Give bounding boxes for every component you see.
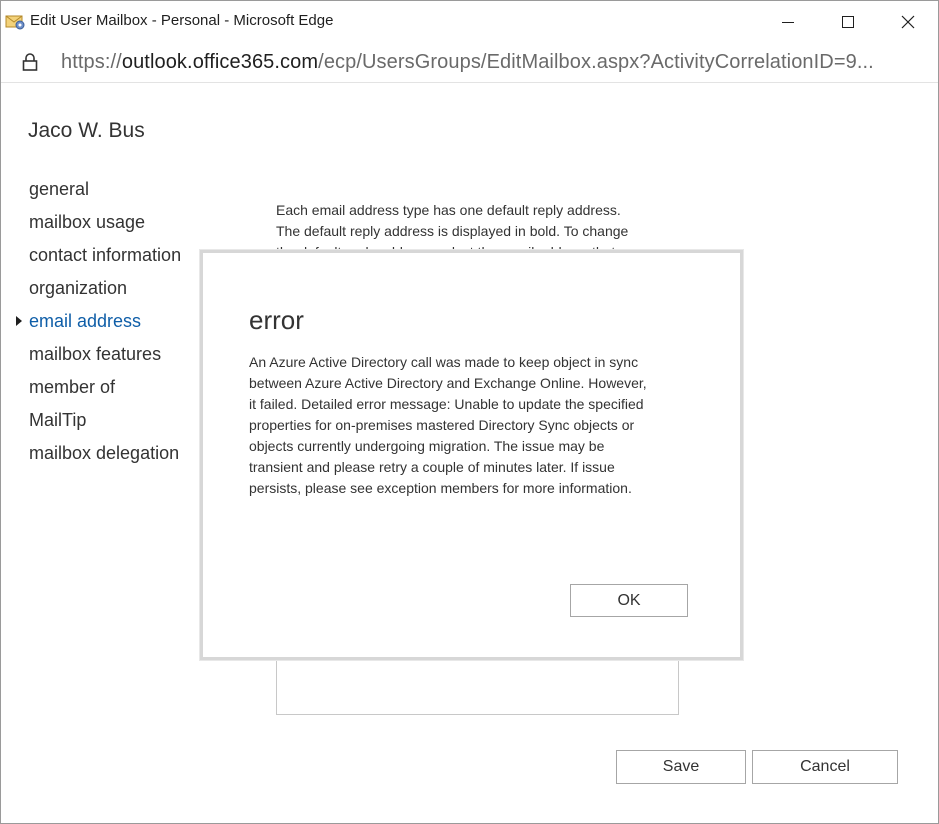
nav-item-contact-information[interactable]: contact information [29,242,181,275]
save-button[interactable]: Save [616,750,746,784]
message-line: between Azure Active Directory and Excha… [249,375,647,391]
message-line: objects currently undergoing migration. … [249,438,605,454]
dialog-message: An Azure Active Directory call was made … [249,352,719,499]
selected-arrow-icon [16,316,22,326]
message-line: it failed. Detailed error message: Unabl… [249,396,644,412]
nav-item-member-of[interactable]: member of [29,374,181,407]
title-bar[interactable]: Edit User Mailbox - Personal - Microsoft… [1,1,938,43]
message-line: transient and please retry a couple of m… [249,459,615,475]
url-text[interactable]: https://outlook.office365.com/ecp/UsersG… [61,51,874,74]
nav-item-mailbox-delegation[interactable]: mailbox delegation [29,440,181,473]
page-title: Jaco W. Bus [28,119,145,142]
maximize-button[interactable] [818,1,878,43]
minimize-icon [781,15,795,29]
nav-item-label: mailbox delegation [29,443,180,463]
close-button[interactable] [878,1,938,43]
message-line: properties for on-premises mastered Dire… [249,417,635,433]
cancel-button[interactable]: Cancel [752,750,898,784]
nav-item-mailbox-features[interactable]: mailbox features [29,341,181,374]
nav-item-general[interactable]: general [29,176,181,209]
nav-item-label: contact information [29,245,182,265]
nav-item-label: mailbox usage [29,212,146,232]
nav-item-mailbox-usage[interactable]: mailbox usage [29,209,181,242]
nav-item-label: member of [29,377,116,397]
nav-item-label: email address [29,311,142,331]
nav-item-label: general [29,179,90,199]
mail-icon [5,12,25,30]
close-icon [900,14,916,30]
message-line: An Azure Active Directory call was made … [249,354,639,370]
nav-item-organization[interactable]: organization [29,275,181,308]
browser-window: Edit User Mailbox - Personal - Microsoft… [0,0,939,824]
dialog-title: error [249,305,304,335]
nav-item-email-address[interactable]: email address [16,308,181,341]
email-address-description: Each email address type has one default … [276,200,696,252]
url-host: outlook.office365.com [121,51,319,73]
url-protocol: https:// [61,51,122,73]
description-line: The default reply address is displayed i… [276,223,629,239]
side-nav: general mailbox usage contact informatio… [16,176,181,473]
address-bar[interactable]: https://outlook.office365.com/ecp/UsersG… [1,43,938,83]
error-dialog: error An Azure Active Directory call was… [200,250,743,660]
nav-item-label: mailbox features [29,344,162,364]
message-line: persists, please see exception members f… [249,480,632,496]
maximize-icon [841,15,855,29]
lock-icon [21,52,39,72]
url-path: /ecp/UsersGroups/EditMailbox.aspx?Activi… [318,51,874,73]
minimize-button[interactable] [758,1,818,43]
ok-button[interactable]: OK [570,584,688,617]
nav-item-label: MailTip [29,410,87,430]
description-line: Each email address type has one default … [276,202,621,218]
window-title: Edit User Mailbox - Personal - Microsoft… [30,12,334,29]
nav-item-label: organization [29,278,128,298]
nav-item-mailtip[interactable]: MailTip [29,407,181,440]
